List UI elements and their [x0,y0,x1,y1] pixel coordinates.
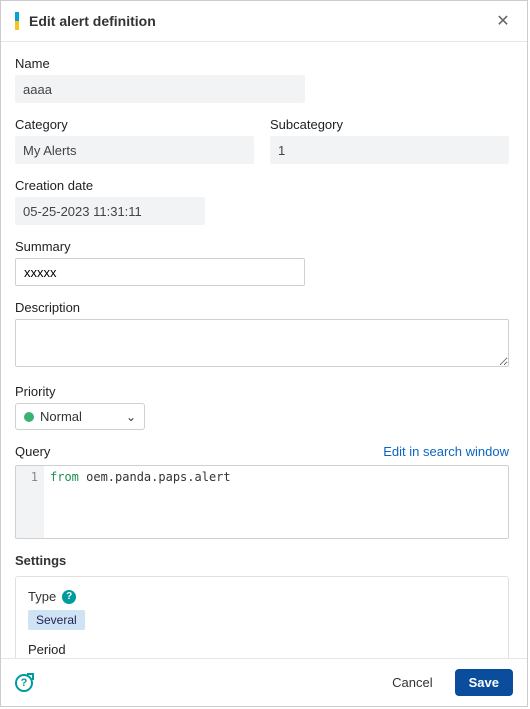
subcategory-label: Subcategory [270,117,509,132]
name-value: aaaa [15,75,305,103]
priority-select[interactable]: Normal ⌄ [15,403,145,430]
summary-input[interactable] [15,258,305,286]
type-label: Type [28,589,56,604]
chevron-down-icon: ⌄ [126,410,136,424]
save-button[interactable]: Save [455,669,513,696]
description-textarea[interactable] [15,319,509,367]
editor-content[interactable]: from oem.panda.paps.alert [44,466,508,538]
period-label: Period [28,642,496,657]
edit-alert-dialog: Edit alert definition ✕ Name aaaa Catego… [0,0,528,707]
priority-selected: Normal [40,409,82,424]
category-label: Category [15,117,254,132]
cancel-button[interactable]: Cancel [378,669,446,696]
settings-panel: Type ? Several Period 30m ⌄ [15,576,509,658]
priority-dot-icon [24,412,34,422]
priority-label: Priority [15,384,509,399]
dialog-header: Edit alert definition ✕ [1,1,527,42]
creation-date-label: Creation date [15,178,205,193]
edit-in-search-link[interactable]: Edit in search window [383,444,509,459]
dialog-title: Edit alert definition [29,13,493,29]
description-label: Description [15,300,509,315]
query-label: Query [15,444,50,459]
dialog-footer: ? Cancel Save [1,658,527,706]
subcategory-value: 1 [270,136,509,164]
name-label: Name [15,56,305,71]
close-button[interactable]: ✕ [493,11,513,31]
close-icon: ✕ [496,11,509,31]
header-accent [15,12,19,30]
creation-date-value: 05-25-2023 11:31:11 [15,197,205,225]
footer-help-icon[interactable]: ? [15,674,33,692]
settings-heading: Settings [15,553,509,568]
category-value: My Alerts [15,136,254,164]
query-editor[interactable]: 1 from oem.panda.paps.alert [15,465,509,539]
editor-gutter: 1 [16,466,44,538]
help-icon[interactable]: ? [62,590,76,604]
dialog-body[interactable]: Name aaaa Category My Alerts Subcategory… [1,42,527,658]
type-badge: Several [28,610,85,630]
summary-label: Summary [15,239,305,254]
